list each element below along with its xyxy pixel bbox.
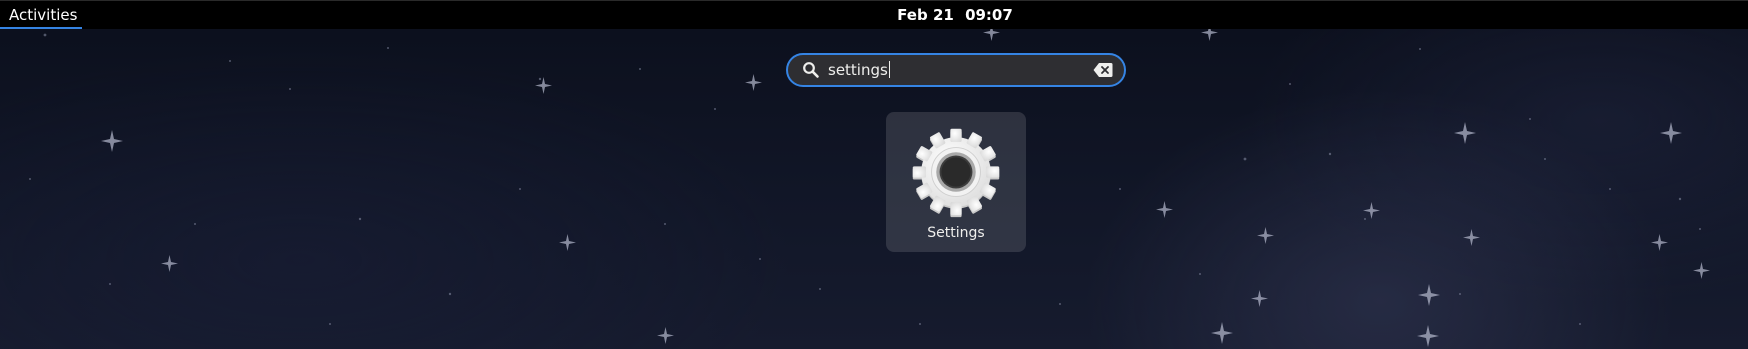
gear-icon — [912, 128, 1000, 218]
edit-clear-icon[interactable] — [1093, 62, 1113, 78]
clock-date: Feb 21 — [897, 6, 954, 24]
search-input-value: settings — [828, 61, 888, 79]
app-result-label: Settings — [927, 225, 985, 241]
date-time-menu[interactable]: Feb 21 09:07 — [0, 1, 1748, 29]
top-bar: Activities Feb 21 09:07 — [0, 0, 1748, 29]
search-icon — [803, 62, 819, 78]
clock-time: 09:07 — [965, 6, 1013, 24]
search-input[interactable]: settings — [828, 55, 890, 85]
text-cursor — [888, 61, 890, 78]
search-entry[interactable]: settings — [786, 53, 1126, 87]
app-result-settings[interactable]: Settings — [886, 112, 1026, 252]
